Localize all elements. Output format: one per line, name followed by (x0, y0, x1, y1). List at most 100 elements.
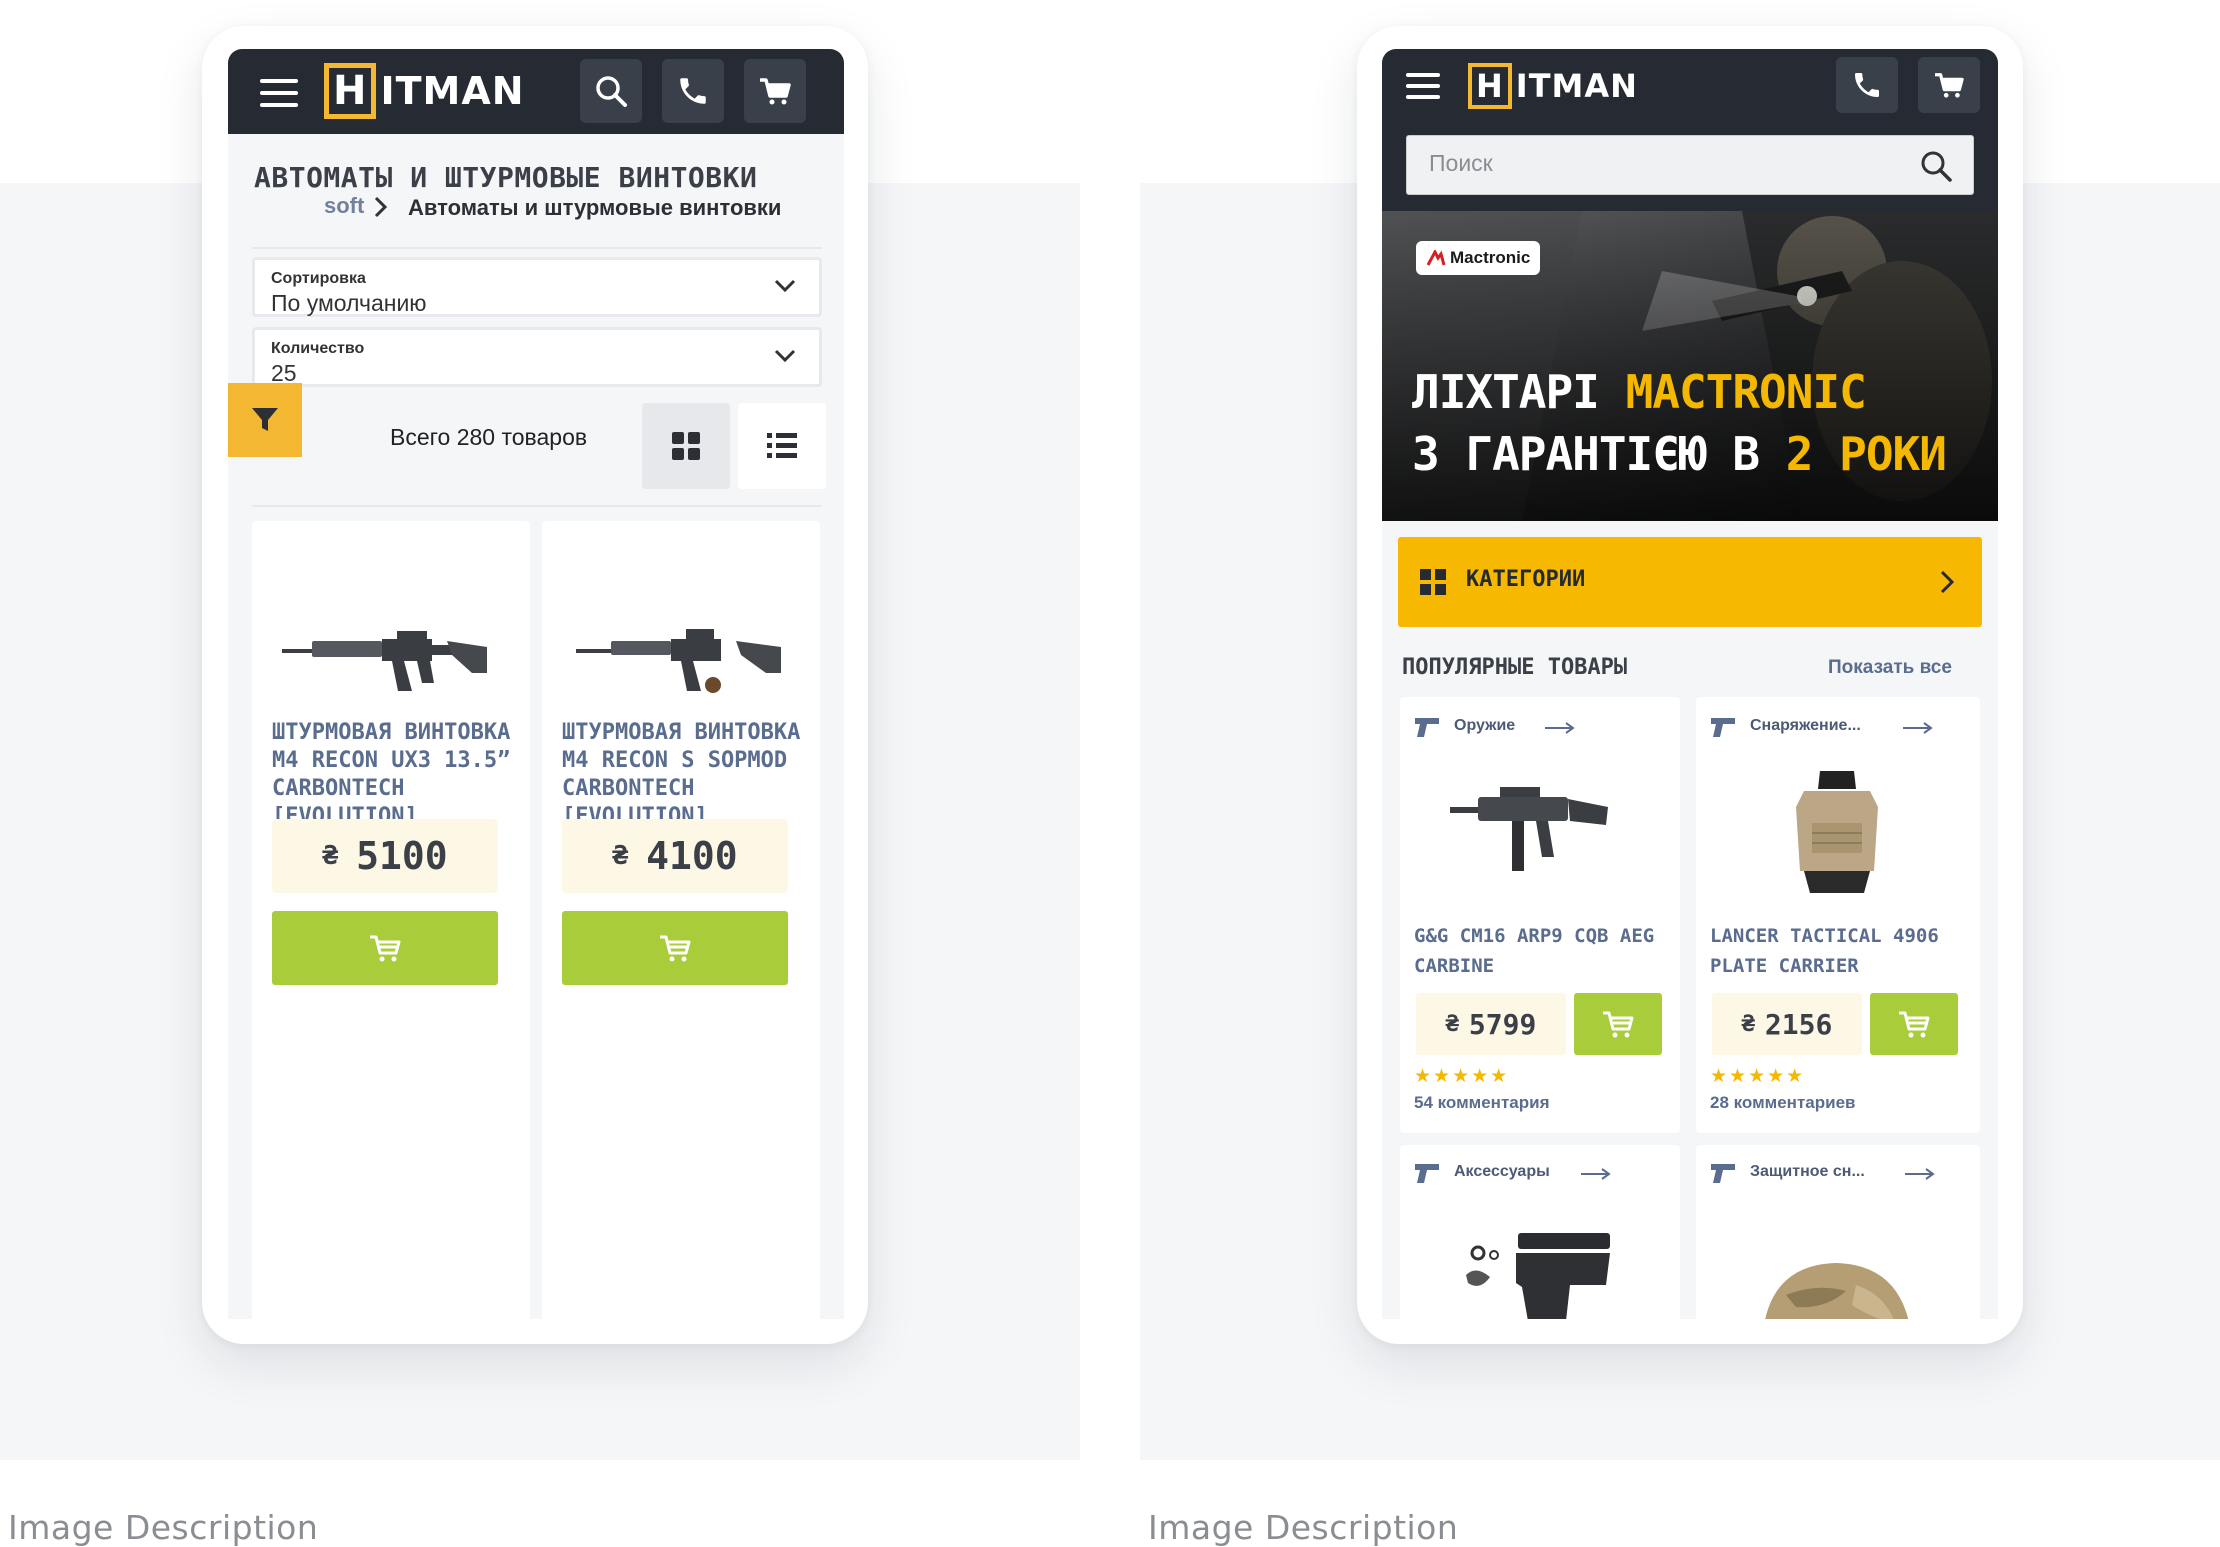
sort-label: Сортировка (271, 270, 366, 287)
breadcrumb-current: Автоматы и штурмовые винтовки (408, 195, 782, 220)
product-card[interactable]: ШТУРМОВАЯ ВИНТОВКА M4 RECON S SOPMOD CAR… (542, 521, 820, 1319)
sort-select[interactable]: Сортировка По умолчанию (252, 257, 822, 317)
popular-title: ПОПУЛЯРНЫЕ ТОВАРЫ (1402, 655, 1628, 680)
price-badge: ₴ 5100 (272, 819, 498, 893)
price-badge: ₴ 4100 (562, 819, 788, 893)
arrow-right-icon[interactable] (1904, 1167, 1936, 1181)
rating-stars: ★★★★★ (1414, 1066, 1510, 1087)
arrow-right-icon[interactable] (1902, 721, 1934, 735)
product-card[interactable]: Защитное сн... (1696, 1145, 1980, 1319)
banner-line1: ЛІХТАРІ (1412, 365, 1626, 419)
arrow-right-icon[interactable] (1580, 1167, 1612, 1181)
logo-text: ITMAN (380, 69, 525, 113)
rifle-image (282, 631, 487, 691)
search-placeholder: Поиск (1429, 150, 1493, 176)
chevron-down-icon (774, 279, 796, 293)
currency-icon: ₴ (322, 841, 339, 871)
comments-count[interactable]: 28 комментариев (1710, 1093, 1855, 1113)
search-button[interactable] (580, 59, 642, 123)
grid-view-button[interactable] (642, 403, 730, 489)
banner-line1-highlight: MACTRONIC (1625, 365, 1867, 419)
currency-icon: ₴ (612, 841, 629, 871)
product-card[interactable]: Снаряжение... LANCER TACTICAL 4906 PLATE… (1696, 697, 1980, 1133)
currency-icon: ₴ (1445, 1011, 1459, 1037)
grid-icon (672, 432, 700, 460)
logo[interactable]: H ITMAN (324, 63, 525, 119)
currency-icon: ₴ (1741, 1011, 1755, 1037)
sort-value: По умолчанию (271, 290, 427, 316)
cart-icon (660, 935, 691, 962)
divider (252, 247, 822, 249)
logo[interactable]: H ITMAN (1468, 63, 1638, 109)
grid-icon (1420, 569, 1446, 595)
phone-icon (1855, 73, 1879, 97)
category-label[interactable]: Снаряжение... (1750, 717, 1861, 735)
chevron-down-icon (774, 349, 796, 363)
categories-button[interactable]: КАТЕГОРИИ (1398, 537, 1982, 627)
quantity-select[interactable]: Количество 25 (252, 327, 822, 387)
logo-text: ITMAN (1515, 67, 1638, 105)
promo-banner[interactable]: Mactronic ЛІХТАРІ MACTRONIC З ГАРАНТІЄЮ … (1382, 211, 1998, 521)
product-name[interactable]: LANCER TACTICAL 4906 PLATE CARRIER (1710, 921, 1970, 981)
comments-count[interactable]: 54 комментария (1414, 1093, 1550, 1113)
breadcrumb-prev[interactable]: soft (324, 193, 364, 219)
chevron-right-icon (374, 196, 388, 218)
menu-icon[interactable] (1406, 73, 1440, 101)
product-name[interactable]: ШТУРМОВАЯ ВИНТОВКА M4 RECON UX3 13.5” CA… (272, 719, 522, 831)
right-screen: H ITMAN Поиск Mactronic ЛІХТАРІ MACTRONI… (1382, 49, 1998, 1319)
arrow-right-icon[interactable] (1544, 721, 1576, 735)
product-name[interactable]: ШТУРМОВАЯ ВИНТОВКА M4 RECON S SOPMOD CAR… (562, 719, 812, 831)
logo-mark: H (1468, 63, 1512, 109)
list-view-button[interactable] (738, 403, 826, 489)
search-icon[interactable] (1919, 149, 1953, 183)
cart-button[interactable] (1918, 57, 1980, 113)
show-all-link[interactable]: Показать все (1828, 657, 1952, 679)
brand-badge: Mactronic (1416, 241, 1541, 275)
add-to-cart-button[interactable] (1870, 993, 1958, 1055)
phone-button[interactable] (662, 59, 724, 123)
category-label[interactable]: Защитное сн... (1750, 1163, 1865, 1181)
category-label[interactable]: Аксессуары (1454, 1163, 1550, 1181)
category-label[interactable]: Оружие (1454, 717, 1515, 735)
image-caption: Image Description (1148, 1508, 1459, 1547)
list-icon (767, 433, 797, 458)
left-screen: H ITMAN АВТОМАТЫ И ШТУРМОВЫЕ ВИНТОВКИ so… (228, 49, 844, 1319)
cart-icon (1603, 1011, 1634, 1038)
filter-button[interactable] (228, 383, 302, 457)
cart-button[interactable] (744, 59, 806, 123)
product-card[interactable]: Оружие G&G CM16 ARP9 CQB AEG CARBINE ₴ 5… (1400, 697, 1680, 1133)
pistol-icon (1711, 1164, 1735, 1183)
add-to-cart-button[interactable] (272, 911, 498, 985)
plate-carrier-image (1796, 771, 1878, 893)
banner-line2-highlight: 2 РОКИ (1785, 427, 1947, 481)
chevron-right-icon (1940, 570, 1954, 594)
cart-icon (1899, 1011, 1930, 1038)
brand-name: Mactronic (1450, 248, 1531, 267)
product-card[interactable]: ШТУРМОВАЯ ВИНТОВКА M4 RECON UX3 13.5” CA… (252, 521, 530, 1319)
banner-line2: З ГАРАНТІЄЮ В (1412, 427, 1786, 481)
price-badge: ₴ 5799 (1416, 993, 1566, 1055)
filter-icon (252, 408, 278, 431)
quantity-label: Количество (271, 340, 365, 357)
left-phone: H ITMAN АВТОМАТЫ И ШТУРМОВЫЕ ВИНТОВКИ so… (202, 26, 868, 1344)
categories-label: КАТЕГОРИИ (1466, 567, 1586, 592)
product-price: 2156 (1764, 1007, 1833, 1041)
product-name[interactable]: G&G CM16 ARP9 CQB AEG CARBINE (1414, 921, 1664, 981)
pistol-icon (1415, 1164, 1439, 1183)
add-to-cart-button[interactable] (1574, 993, 1662, 1055)
phone-button[interactable] (1836, 57, 1898, 113)
right-phone: H ITMAN Поиск Mactronic ЛІХТАРІ MACTRONI… (1357, 26, 2023, 1344)
product-card[interactable]: Аксессуары (1400, 1145, 1680, 1319)
search-input[interactable]: Поиск (1406, 135, 1974, 195)
logo-mark: H (324, 63, 377, 119)
add-to-cart-button[interactable] (562, 911, 788, 985)
menu-icon[interactable] (260, 79, 298, 107)
search-icon (596, 76, 627, 107)
rifle-image (576, 629, 781, 693)
pistol-icon (1711, 718, 1735, 737)
helmet-image (1765, 1263, 1909, 1319)
page-title: АВТОМАТЫ И ШТУРМОВЫЕ ВИНТОВКИ (254, 161, 758, 194)
cart-icon (370, 935, 401, 962)
image-caption: Image Description (8, 1508, 319, 1547)
cart-icon (760, 78, 791, 105)
